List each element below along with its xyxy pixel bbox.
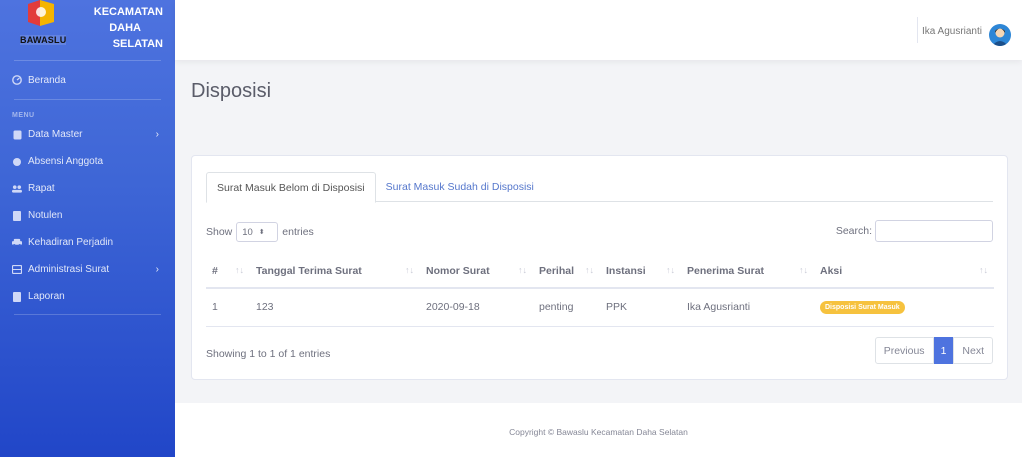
bawaslu-logo <box>28 0 54 26</box>
cell-nomor: 2020-09-18 <box>420 288 533 327</box>
sort-icon: ↑↓ <box>235 265 244 275</box>
user-avatar-icon <box>992 28 1008 46</box>
sidebar-item-beranda[interactable]: Beranda <box>0 61 175 99</box>
cell-tanggal: 123 <box>250 288 420 327</box>
sidebar-item-data-master[interactable]: Data Master › <box>0 121 175 148</box>
menu-heading: MENU <box>12 112 35 119</box>
next-page-button[interactable]: Next <box>953 337 993 364</box>
footer: Copyright © Bawaslu Kecamatan Daha Selat… <box>175 403 1022 457</box>
sidebar: BAWASLU KECAMATAN DAHA SELATAN Beranda M… <box>0 0 175 457</box>
user-name[interactable]: Ika Agusrianti <box>922 26 982 37</box>
sidebar-item-laporan[interactable]: Laporan <box>0 283 175 310</box>
table-info: Showing 1 to 1 of 1 entries <box>206 348 331 360</box>
fingerprint-icon <box>12 157 22 167</box>
avatar[interactable] <box>989 24 1011 46</box>
page-1-button[interactable]: 1 <box>933 337 954 364</box>
column-header-no[interactable]: # ↑↓ <box>206 254 250 289</box>
search-label: Search: <box>835 225 872 237</box>
cell-instansi: PPK <box>600 288 681 327</box>
sidebar-item-label: Data Master <box>28 129 83 140</box>
tab-sudah-disposisi[interactable]: Surat Masuk Sudah di Disposisi <box>376 172 544 202</box>
users-icon <box>12 184 22 194</box>
brand-title-line2: DAHA <box>109 22 141 34</box>
select-arrows-icon: ⬍ <box>258 229 265 236</box>
sort-icon: ↑↓ <box>585 265 594 275</box>
sidebar-item-administrasi-surat[interactable]: Administrasi Surat › <box>0 256 175 283</box>
column-header-perihal[interactable]: Perihal ↑↓ <box>533 254 600 289</box>
column-header-tanggal[interactable]: Tanggal Terima Surat ↑↓ <box>250 254 420 289</box>
brand-title-line3: SELATAN <box>112 38 163 50</box>
mail-icon <box>12 265 22 275</box>
column-header-penerima[interactable]: Penerima Surat ↑↓ <box>681 254 814 289</box>
car-icon <box>12 238 22 248</box>
sidebar-item-absensi-anggota[interactable]: Absensi Anggota <box>0 148 175 175</box>
cell-no: 1 <box>206 288 250 327</box>
dashboard-icon <box>12 75 22 85</box>
table-row: 1 123 2020-09-18 penting PPK Ika Agusria… <box>206 288 994 327</box>
sidebar-item-notulen[interactable]: Notulen <box>0 202 175 229</box>
sort-icon: ↑↓ <box>979 265 988 275</box>
cell-aksi: Disposisi Surat Masuk <box>814 288 994 327</box>
sort-icon: ↑↓ <box>666 265 675 275</box>
sort-icon: ↑↓ <box>799 265 808 275</box>
entries-select-value: 10 <box>242 226 253 238</box>
entries-label: entries <box>282 226 314 238</box>
table-search: Search: <box>836 220 993 242</box>
topbar: Ika Agusrianti <box>175 0 1022 60</box>
page-title: Disposisi <box>191 80 272 102</box>
sort-icon: ↑↓ <box>518 265 527 275</box>
sidebar-item-label: Absensi Anggota <box>28 156 104 167</box>
sidebar-divider <box>14 314 161 315</box>
tab-bar: Surat Masuk Belom di Disposisi Surat Mas… <box>206 172 993 203</box>
sidebar-item-label: Notulen <box>28 210 63 221</box>
topbar-divider <box>917 17 918 43</box>
search-input[interactable] <box>875 220 993 242</box>
sidebar-item-label: Rapat <box>28 183 55 194</box>
table-header-row: # ↑↓ Tanggal Terima Surat ↑↓ Nomor Surat ↑↓… <box>206 254 994 289</box>
brand-subtitle: BAWASLU <box>20 35 67 45</box>
entries-length-control: Show 10 ⬍ entries <box>206 222 314 242</box>
brand-title-line1: KECAMATAN <box>93 6 163 18</box>
cell-penerima: Ika Agusrianti <box>681 288 814 327</box>
sidebar-item-kehadiran-perjadin[interactable]: Kehadiran Perjadin <box>0 229 175 256</box>
chevron-right-icon: › <box>155 129 159 140</box>
sort-icon: ↑↓ <box>405 265 414 275</box>
pagination: Previous 1 Next <box>874 337 993 364</box>
sidebar-item-label: Laporan <box>28 291 65 302</box>
entries-select[interactable]: 10 ⬍ <box>236 222 279 242</box>
sidebar-item-label: Administrasi Surat <box>28 264 110 275</box>
file-icon <box>12 210 22 221</box>
copyright-text: Copyright © Bawaslu Kecamatan Daha Selat… <box>509 427 688 437</box>
cell-perihal: penting <box>533 288 600 327</box>
sidebar-item-rapat[interactable]: Rapat <box>0 175 175 202</box>
surat-masuk-table: # ↑↓ Tanggal Terima Surat ↑↓ Nomor Surat ↑↓… <box>206 254 994 327</box>
sidebar-brand[interactable]: BAWASLU KECAMATAN DAHA SELATAN <box>0 0 175 60</box>
database-icon <box>12 130 22 140</box>
disposisi-card: Surat Masuk Belom di Disposisi Surat Mas… <box>191 155 1008 380</box>
file-icon <box>12 291 22 302</box>
column-header-instansi[interactable]: Instansi ↑↓ <box>600 254 681 289</box>
previous-page-button[interactable]: Previous <box>874 337 934 364</box>
sidebar-item-label: Beranda <box>28 74 66 86</box>
column-header-nomor[interactable]: Nomor Surat ↑↓ <box>420 254 533 289</box>
tab-belum-disposisi[interactable]: Surat Masuk Belom di Disposisi <box>206 172 376 203</box>
show-label: Show <box>206 226 233 238</box>
chevron-right-icon: › <box>155 264 159 275</box>
disposisi-button[interactable]: Disposisi Surat Masuk <box>820 301 905 315</box>
column-header-aksi[interactable]: Aksi ↑↓ <box>814 254 994 289</box>
sidebar-item-label: Kehadiran Perjadin <box>28 237 114 248</box>
